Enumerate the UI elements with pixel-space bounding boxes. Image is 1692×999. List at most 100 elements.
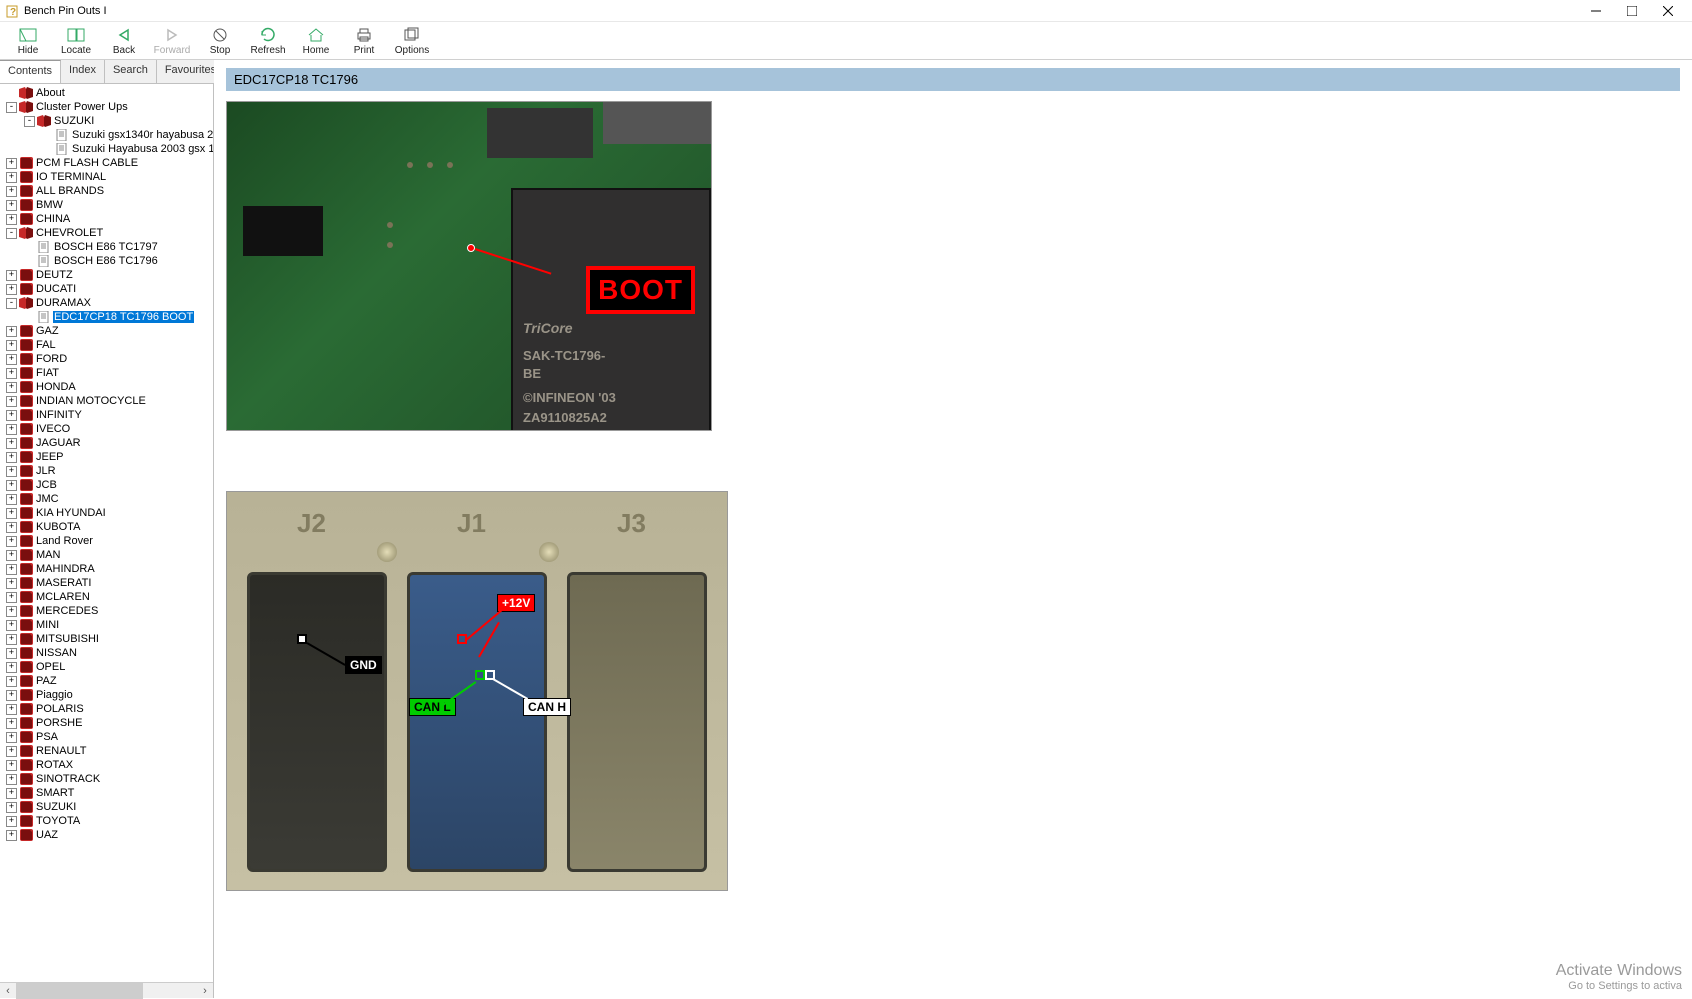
expand-icon[interactable]: +	[6, 452, 17, 463]
home-button[interactable]: Home	[294, 24, 338, 58]
refresh-button[interactable]: Refresh	[246, 24, 290, 58]
tree-item[interactable]: +INFINITY	[0, 408, 213, 422]
tree-item[interactable]: +MAHINDRA	[0, 562, 213, 576]
expand-icon[interactable]: +	[6, 746, 17, 757]
expand-icon[interactable]: +	[6, 382, 17, 393]
tree-item[interactable]: +IVECO	[0, 422, 213, 436]
expand-icon[interactable]: +	[6, 200, 17, 211]
tree-item[interactable]: +EDC17CP18 TC1796 BOOT	[0, 310, 213, 324]
hide-button[interactable]: Hide	[6, 24, 50, 58]
tree-item[interactable]: +FAL	[0, 338, 213, 352]
tab-index[interactable]: Index	[61, 60, 105, 83]
tree-item[interactable]: +FORD	[0, 352, 213, 366]
tree-item[interactable]: +HONDA	[0, 380, 213, 394]
expand-icon[interactable]: +	[6, 480, 17, 491]
tree-item[interactable]: +DEUTZ	[0, 268, 213, 282]
content-pane[interactable]: EDC17CP18 TC1796 TriCore SAK-TC1796- BE …	[214, 60, 1692, 998]
tree-item[interactable]: +JCB	[0, 478, 213, 492]
expand-icon[interactable]: +	[6, 788, 17, 799]
tree-item[interactable]: +Suzuki Hayabusa 2003 gsx 130	[0, 142, 213, 156]
expand-icon[interactable]: +	[6, 732, 17, 743]
expand-icon[interactable]: +	[6, 830, 17, 841]
minimize-button[interactable]	[1578, 0, 1614, 22]
tree-item[interactable]: +MITSUBISHI	[0, 632, 213, 646]
expand-icon[interactable]: +	[6, 760, 17, 771]
expand-icon[interactable]: +	[6, 326, 17, 337]
tree-item[interactable]: +PCM FLASH CABLE	[0, 156, 213, 170]
tree-item[interactable]: +Land Rover	[0, 534, 213, 548]
expand-icon[interactable]: +	[6, 494, 17, 505]
expand-icon[interactable]: +	[6, 410, 17, 421]
tree-item[interactable]: +BOSCH E86 TC1797	[0, 240, 213, 254]
collapse-icon[interactable]: -	[6, 298, 17, 309]
tree-item[interactable]: +NISSAN	[0, 646, 213, 660]
tree-item[interactable]: +PAZ	[0, 674, 213, 688]
tree-item[interactable]: +INDIAN MOTOCYCLE	[0, 394, 213, 408]
expand-icon[interactable]: +	[6, 186, 17, 197]
collapse-icon[interactable]: -	[6, 228, 17, 239]
tree-item[interactable]: +PSA	[0, 730, 213, 744]
expand-icon[interactable]: +	[6, 564, 17, 575]
tree-item[interactable]: +CHINA	[0, 212, 213, 226]
contents-tree[interactable]: +About-Cluster Power Ups-SUZUKI+Suzuki g…	[0, 84, 213, 982]
tree-item[interactable]: +UAZ	[0, 828, 213, 842]
expand-icon[interactable]: +	[6, 648, 17, 659]
tree-item[interactable]: +JLR	[0, 464, 213, 478]
maximize-button[interactable]	[1614, 0, 1650, 22]
collapse-icon[interactable]: -	[24, 116, 35, 127]
tree-item[interactable]: +MINI	[0, 618, 213, 632]
tree-item[interactable]: +MASERATI	[0, 576, 213, 590]
expand-icon[interactable]: +	[6, 284, 17, 295]
expand-icon[interactable]: +	[6, 718, 17, 729]
expand-icon[interactable]: +	[6, 340, 17, 351]
expand-icon[interactable]: +	[6, 214, 17, 225]
tree-item[interactable]: +JAGUAR	[0, 436, 213, 450]
tree-item[interactable]: +RENAULT	[0, 744, 213, 758]
back-button[interactable]: Back	[102, 24, 146, 58]
tree-item[interactable]: +MCLAREN	[0, 590, 213, 604]
expand-icon[interactable]: +	[6, 508, 17, 519]
expand-icon[interactable]: +	[6, 578, 17, 589]
tab-contents[interactable]: Contents	[0, 60, 61, 83]
expand-icon[interactable]: +	[6, 550, 17, 561]
tree-item[interactable]: +TOYOTA	[0, 814, 213, 828]
close-button[interactable]	[1650, 0, 1686, 22]
expand-icon[interactable]: +	[6, 536, 17, 547]
expand-icon[interactable]: +	[6, 466, 17, 477]
expand-icon[interactable]: +	[6, 368, 17, 379]
collapse-icon[interactable]: -	[6, 102, 17, 113]
expand-icon[interactable]: +	[6, 606, 17, 617]
tree-item[interactable]: -DURAMAX	[0, 296, 213, 310]
tree-item[interactable]: +FIAT	[0, 366, 213, 380]
scroll-right-icon[interactable]: ›	[197, 983, 213, 999]
tree-item[interactable]: +KIA HYUNDAI	[0, 506, 213, 520]
tree-item[interactable]: +ALL BRANDS	[0, 184, 213, 198]
horizontal-scrollbar[interactable]: ‹ ›	[0, 982, 213, 998]
tree-item[interactable]: +BOSCH E86 TC1796	[0, 254, 213, 268]
tree-item[interactable]: +DUCATI	[0, 282, 213, 296]
expand-icon[interactable]: +	[6, 592, 17, 603]
expand-icon[interactable]: +	[6, 522, 17, 533]
tree-item[interactable]: +IO TERMINAL	[0, 170, 213, 184]
expand-icon[interactable]: +	[6, 424, 17, 435]
scroll-left-icon[interactable]: ‹	[0, 983, 16, 999]
expand-icon[interactable]: +	[6, 676, 17, 687]
print-button[interactable]: Print	[342, 24, 386, 58]
expand-icon[interactable]: +	[6, 802, 17, 813]
tree-item[interactable]: +OPEL	[0, 660, 213, 674]
locate-button[interactable]: Locate	[54, 24, 98, 58]
tree-item[interactable]: +Suzuki gsx1340r hayabusa 200	[0, 128, 213, 142]
tree-item[interactable]: +ROTAX	[0, 758, 213, 772]
expand-icon[interactable]: +	[6, 662, 17, 673]
tree-item[interactable]: +JMC	[0, 492, 213, 506]
expand-icon[interactable]: +	[6, 158, 17, 169]
expand-icon[interactable]: +	[6, 774, 17, 785]
tree-item[interactable]: +SUZUKI	[0, 800, 213, 814]
tree-item[interactable]: -Cluster Power Ups	[0, 100, 213, 114]
tree-item[interactable]: -SUZUKI	[0, 114, 213, 128]
expand-icon[interactable]: +	[6, 634, 17, 645]
stop-button[interactable]: Stop	[198, 24, 242, 58]
expand-icon[interactable]: +	[6, 816, 17, 827]
tree-item[interactable]: +SINOTRACK	[0, 772, 213, 786]
tree-item[interactable]: -CHEVROLET	[0, 226, 213, 240]
